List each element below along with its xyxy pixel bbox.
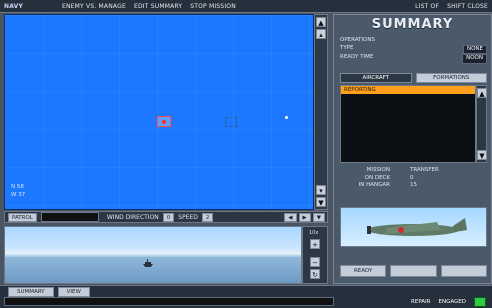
friendly-unit-marker[interactable] [157, 116, 171, 127]
operations-label: OPERATIONS [340, 37, 375, 43]
game-screen: NAVY ENEMY VS. MANAGE EDIT SUMMARY STOP … [0, 0, 492, 308]
on-deck-label: ON DECK [364, 174, 390, 181]
nav-right-icon[interactable]: ▶ [298, 212, 311, 222]
operations-info: OPERATIONS TYPE NONE READY TIME NOON [340, 37, 487, 64]
view-controls: 10x + − ↻ [302, 226, 328, 284]
plane-icon [367, 218, 467, 236]
menu-item-stop-mission[interactable]: STOP MISSION [186, 3, 240, 10]
ready-time-row: READY TIME NOON [340, 54, 487, 64]
sea-horizon [5, 257, 301, 283]
speed-value[interactable]: 2 [201, 212, 214, 222]
wind-direction-value[interactable]: 0 [162, 212, 175, 222]
tactical-map[interactable]: N 58 W 37 [4, 14, 314, 210]
status-repair: REPAIR [411, 299, 431, 305]
zoom-in-icon[interactable]: + [310, 239, 320, 249]
nav-left-icon[interactable]: ◀ [284, 212, 297, 222]
on-deck-row: ON DECK 0 [340, 175, 487, 183]
nav-down-icon[interactable]: ▼ [312, 212, 325, 222]
scroll-up-icon[interactable]: ▲ [316, 17, 326, 27]
status-indicator-icon [474, 297, 486, 307]
zoom-out-icon[interactable]: − [310, 257, 320, 267]
map-lat: N 58 [11, 184, 24, 190]
menu-item-enemy[interactable]: ENEMY VS. MANAGE [58, 3, 130, 10]
list-scrollbar[interactable]: ▲ ▼ [476, 85, 487, 163]
ready-time-label: READY TIME [340, 54, 374, 60]
in-hangar-label: IN HANGAR [358, 182, 390, 188]
aircraft-preview [340, 207, 487, 247]
menu-item-list[interactable]: LIST OF [411, 3, 443, 10]
status-area: REPAIR ENGAGED [411, 297, 486, 307]
status-engaged: ENGAGED [438, 299, 467, 305]
panel-title: SUMMARY [371, 17, 454, 32]
in-hangar-value: 15 [410, 182, 417, 188]
mission-info: MISSION TRANSFER ON DECK 0 IN HANGAR 15 [340, 167, 487, 190]
mission-value: TRANSFER [410, 167, 439, 173]
speed-label: SPEED [178, 213, 198, 221]
on-deck-value: 0 [410, 174, 414, 181]
view-rotate-icon[interactable]: ↻ [310, 269, 320, 279]
type-label: TYPE [340, 44, 354, 51]
map-coordinates: N 58 W 37 [11, 183, 25, 199]
zoom-level: 10x [309, 230, 319, 236]
tab-formations[interactable]: FORMATIONS [415, 73, 487, 83]
bottom-tabs: SUMMARY VIEW [8, 287, 90, 297]
top-menu-bar: NAVY ENEMY VS. MANAGE EDIT SUMMARY STOP … [0, 0, 492, 13]
wind-direction-label: WIND DIRECTION [106, 213, 159, 221]
list-item-selected[interactable]: REPORTING [341, 86, 475, 94]
tab-view[interactable]: VIEW [57, 287, 90, 297]
scroll-down-icon[interactable]: ▼ [316, 197, 326, 207]
scroll-up-page-icon[interactable]: ▴ [316, 29, 326, 39]
message-bar [4, 297, 334, 306]
type-value: NONE [462, 44, 487, 54]
patrol-button[interactable]: PATROL [8, 212, 37, 222]
mission-row: MISSION TRANSFER [340, 167, 487, 175]
panel-button-3[interactable] [440, 265, 487, 277]
ship-icon [143, 259, 153, 267]
panel-button-2[interactable] [390, 265, 437, 277]
tab-summary[interactable]: SUMMARY [8, 287, 54, 297]
mission-label: MISSION [366, 167, 390, 173]
map-control-bar: PATROL WIND DIRECTION 0 SPEED 2 ◀ ▶ ▼ [4, 211, 328, 223]
formation-marker[interactable] [225, 117, 237, 127]
panel-tabs: AIRCRAFT FORMATIONS [340, 73, 487, 83]
game-logo: NAVY [4, 2, 24, 10]
tab-aircraft[interactable]: AIRCRAFT [340, 73, 412, 83]
map-lon: W 37 [11, 192, 26, 198]
list-scroll-up-icon[interactable]: ▲ [477, 88, 487, 98]
aircraft-list[interactable]: REPORTING [340, 85, 476, 163]
bottom-bar: SUMMARY VIEW REPAIR ENGAGED [0, 285, 492, 308]
ready-button[interactable]: READY [340, 265, 387, 277]
scroll-down-page-icon[interactable]: ▾ [316, 185, 326, 195]
in-hangar-row: IN HANGAR 15 [340, 182, 487, 190]
surface-view [4, 226, 302, 284]
summary-panel: SUMMARY OPERATIONS TYPE NONE READY TIME … [333, 14, 492, 284]
map-grid [5, 15, 313, 209]
menu-item-edit-summary[interactable]: EDIT SUMMARY [130, 3, 186, 10]
contact-blip[interactable] [285, 116, 288, 119]
panel-buttons: READY [340, 265, 487, 277]
map-vertical-scrollbar[interactable]: ▲ ▴ ▾ ▼ [314, 14, 328, 210]
menu-item-shift-close[interactable]: SHIFT CLOSE [443, 3, 492, 10]
type-row: TYPE NONE [340, 44, 487, 54]
list-scroll-down-icon[interactable]: ▼ [477, 150, 487, 160]
message-field [40, 212, 99, 222]
unit-dot-icon [162, 120, 166, 124]
ready-time-value: NOON [462, 54, 487, 64]
